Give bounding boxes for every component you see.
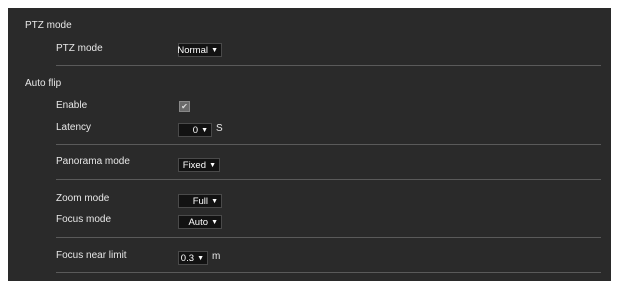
ptz-mode-select[interactable]: Normal ▼ — [177, 43, 222, 57]
divider — [56, 65, 601, 66]
latency-unit: S — [216, 123, 223, 134]
chevron-down-icon: ▼ — [211, 219, 218, 226]
focus-mode-label: Focus mode — [56, 214, 112, 225]
chevron-down-icon: ▼ — [201, 127, 208, 134]
zoom-mode-select[interactable]: Full ▼ — [178, 194, 222, 208]
enable-checkbox[interactable]: ✔ — [179, 101, 190, 112]
chevron-down-icon: ▼ — [211, 198, 218, 205]
focus-near-limit-select[interactable]: 0.3 ▼ — [178, 251, 208, 265]
focus-near-limit-value: 0.3 — [180, 253, 194, 264]
divider — [56, 272, 601, 273]
latency-value: 0 — [192, 125, 198, 136]
ptz-mode-value: Normal — [177, 45, 208, 56]
panorama-mode-value: Fixed — [182, 160, 206, 171]
divider — [56, 237, 601, 238]
panorama-mode-label: Panorama mode — [56, 156, 130, 167]
settings-panel: PTZ mode PTZ mode Normal ▼ Auto flip Ena… — [8, 8, 611, 281]
checkmark-icon: ✔ — [181, 102, 188, 111]
auto-flip-heading: Auto flip — [25, 78, 62, 89]
chevron-down-icon: ▼ — [209, 162, 216, 169]
ptz-mode-heading: PTZ mode — [25, 20, 72, 31]
focus-near-limit-label: Focus near limit — [56, 250, 127, 261]
focus-mode-value: Auto — [188, 217, 208, 228]
latency-select[interactable]: 0 ▼ — [178, 123, 212, 137]
zoom-mode-label: Zoom mode — [56, 193, 110, 204]
panorama-mode-select[interactable]: Fixed ▼ — [178, 158, 220, 172]
chevron-down-icon: ▼ — [197, 255, 204, 262]
divider — [56, 144, 601, 145]
focus-mode-select[interactable]: Auto ▼ — [178, 215, 222, 229]
zoom-mode-value: Full — [192, 196, 208, 207]
ptz-mode-label: PTZ mode — [56, 43, 103, 54]
chevron-down-icon: ▼ — [211, 47, 218, 54]
enable-label: Enable — [56, 100, 88, 111]
divider — [56, 179, 601, 180]
focus-near-limit-unit: m — [212, 251, 221, 262]
latency-label: Latency — [56, 122, 92, 133]
